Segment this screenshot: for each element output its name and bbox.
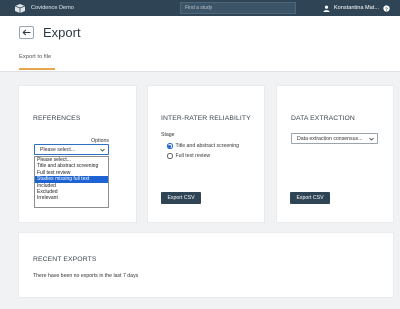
active-tab-indicator — [19, 68, 55, 70]
data-extraction-select-value: Data extraction consensus... — [297, 135, 363, 142]
brand[interactable]: Covidence Demo — [14, 3, 74, 13]
study-search-input[interactable]: Find a study — [180, 2, 296, 14]
help-icon[interactable]: ? — [383, 4, 390, 12]
radio-full-text-label: Full text review — [175, 153, 211, 159]
option-irrelevant[interactable]: Irrelevant — [35, 195, 108, 201]
references-title: REFERENCES — [33, 115, 81, 122]
irr-title: INTER-RATER RELIABILITY — [161, 115, 251, 122]
recent-exports-card: RECENT EXPORTS There have been no export… — [19, 233, 393, 297]
inter-rater-reliability-card: INTER-RATER RELIABILITY Stage Title and … — [148, 86, 264, 222]
references-select[interactable]: Please select... — [34, 144, 109, 155]
page-title: Export — [43, 25, 81, 40]
search-placeholder: Find a study — [185, 5, 213, 11]
chevron-down-icon — [369, 137, 374, 141]
box-logo-icon — [14, 4, 26, 13]
top-navigation-bar: Covidence Demo Find a study Konstantina … — [0, 0, 400, 16]
data-extraction-title: DATA EXTRACTION — [291, 115, 355, 122]
radio-unselected-icon[interactable] — [167, 153, 173, 159]
radio-title-abstract-label: Title and abstract screening — [175, 143, 240, 149]
chevron-down-icon — [100, 148, 105, 152]
references-card: REFERENCES Options Please select... Plea… — [19, 86, 136, 222]
irr-export-csv-button[interactable]: Export CSV — [161, 192, 201, 204]
stage-label: Stage — [161, 132, 175, 138]
user-name: Konstantina Mat... — [333, 5, 379, 11]
data-extraction-card: DATA EXTRACTION Data extraction consensu… — [277, 86, 393, 222]
data-extraction-export-csv-button[interactable]: Export CSV — [290, 192, 330, 204]
recent-exports-title: RECENT EXPORTS — [33, 256, 97, 263]
radio-selected-icon[interactable] — [167, 143, 173, 149]
data-extraction-select[interactable]: Data extraction consensus... — [291, 133, 378, 144]
brand-name: Covidence Demo — [31, 5, 74, 11]
radio-full-text[interactable]: Full text review — [167, 153, 210, 159]
references-select-value: Please select... — [40, 146, 76, 153]
user-menu[interactable]: Konstantina Mat... ? — [323, 0, 390, 16]
tab-export-to-file[interactable]: Export to file — [19, 54, 51, 60]
arrow-left-icon — [22, 29, 31, 36]
svg-text:?: ? — [385, 6, 388, 12]
back-button[interactable] — [19, 26, 34, 39]
references-options-list: Please select... Title and abstract scre… — [34, 156, 109, 208]
radio-title-abstract[interactable]: Title and abstract screening — [167, 143, 239, 149]
option-title-abstract-screening[interactable]: Title and abstract screening — [35, 163, 108, 169]
recent-exports-empty-message: There have been no exports in the last 7… — [33, 273, 139, 279]
page-header: Export Export to file — [0, 16, 400, 72]
user-icon — [323, 5, 330, 12]
